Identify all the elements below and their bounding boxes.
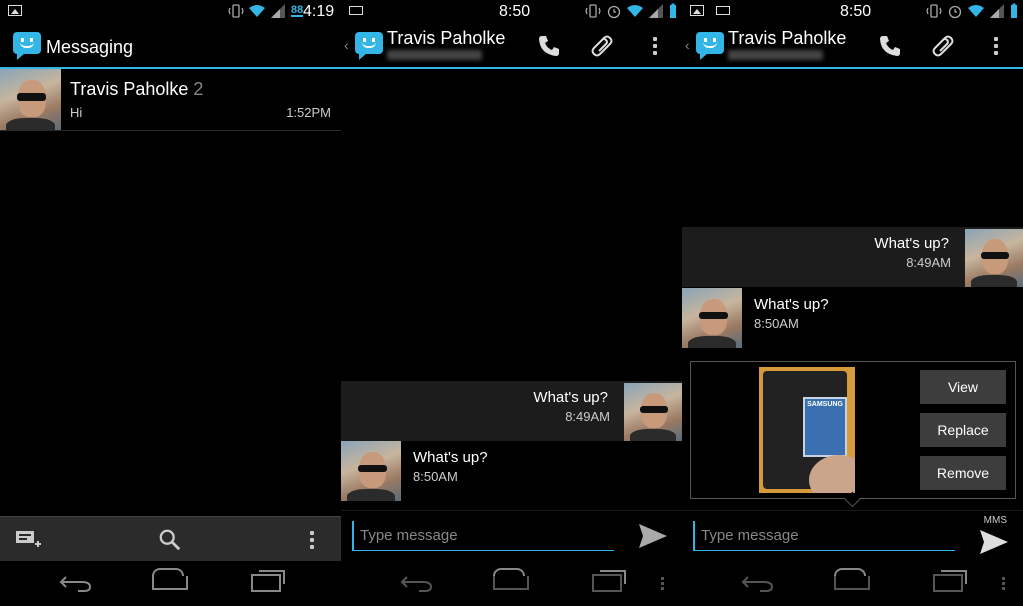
wifi-icon <box>627 5 643 17</box>
messaging-app-icon[interactable] <box>355 32 383 60</box>
action-bar: Messaging <box>0 24 341 69</box>
received-message[interactable]: What's up? 8:50AM <box>682 288 1023 348</box>
search-icon[interactable] <box>156 527 184 553</box>
remove-attachment-button[interactable]: Remove <box>920 456 1006 490</box>
recents-nav-icon[interactable] <box>248 570 285 593</box>
message-text: What's up? <box>413 449 488 466</box>
paperclip-icon[interactable] <box>587 32 615 60</box>
recents-nav-icon[interactable] <box>930 570 967 593</box>
message-input[interactable] <box>352 521 614 551</box>
wifi-icon <box>968 5 984 17</box>
message-text: What's up? <box>533 389 608 406</box>
home-nav-icon[interactable] <box>152 568 188 593</box>
contact-avatar[interactable] <box>0 69 61 130</box>
phone-icon[interactable] <box>535 32 563 60</box>
navigation-bar <box>0 561 341 606</box>
back-nav-icon[interactable] <box>399 573 435 593</box>
status-time: 8:50 <box>840 3 872 20</box>
signal-icon <box>271 4 285 18</box>
alarm-icon <box>948 5 962 19</box>
recents-nav-icon[interactable] <box>589 570 626 593</box>
attachment-preview: SAMSUNG View Replace Remove <box>690 361 1016 499</box>
up-chevron-icon[interactable]: ‹ <box>344 37 349 53</box>
conversation-snippet: Hi <box>70 105 83 120</box>
wifi-icon <box>249 5 265 17</box>
action-bar: ‹ Travis Paholke <box>682 24 1023 69</box>
contact-number-blurred <box>728 50 823 60</box>
contact-avatar[interactable] <box>341 441 401 501</box>
menu-nav-icon[interactable] <box>647 573 677 593</box>
messaging-app-icon[interactable] <box>13 32 41 60</box>
replace-attachment-button[interactable]: Replace <box>920 413 1006 447</box>
battery-icon <box>670 3 676 18</box>
phone-icon[interactable] <box>876 32 904 60</box>
navigation-bar <box>341 561 682 606</box>
compose-bar <box>341 510 682 562</box>
overflow-icon[interactable] <box>982 32 1010 60</box>
conversation-list-screen: 88 4:19 Messaging Travis Paholke 2 Hi 1:5… <box>0 0 341 606</box>
status-bar: 8:50 <box>341 0 682 24</box>
message-count: 2 <box>193 79 204 99</box>
battery-level-badge: 88 <box>291 4 304 17</box>
back-nav-icon[interactable] <box>58 573 94 593</box>
message-text: What's up? <box>874 235 949 252</box>
send-icon[interactable] <box>979 529 1009 555</box>
message-input[interactable] <box>693 521 955 551</box>
conversation-time: 1:52PM <box>286 105 331 120</box>
bottom-action-bar <box>0 516 341 562</box>
send-icon[interactable] <box>638 523 668 549</box>
status-time: 8:50 <box>499 3 531 20</box>
home-nav-icon[interactable] <box>834 568 870 593</box>
app-title: Messaging <box>46 37 134 57</box>
attachment-thumbnail[interactable]: SAMSUNG <box>759 367 855 493</box>
message-time: 8:49AM <box>906 255 951 270</box>
navigation-bar <box>682 561 1023 606</box>
view-attachment-button[interactable]: View <box>920 370 1006 404</box>
sent-message[interactable]: What's up? 8:49AM <box>341 381 682 441</box>
conversation-attachment-screen: 8:50 ‹ Travis Paholke What's up? 8:49AM … <box>682 0 1023 606</box>
vibrate-icon <box>926 4 942 18</box>
action-bar: ‹ Travis Paholke <box>341 24 682 69</box>
back-nav-icon[interactable] <box>740 573 776 593</box>
signal-icon <box>990 4 1004 18</box>
message-text: What's up? <box>754 296 829 313</box>
conversation-list-item[interactable]: Travis Paholke 2 Hi 1:52PM <box>0 69 341 131</box>
signal-icon <box>649 4 663 18</box>
home-nav-icon[interactable] <box>493 568 529 593</box>
received-message[interactable]: What's up? 8:50AM <box>341 441 682 501</box>
compose-bar: MMS <box>682 510 1023 562</box>
overflow-icon[interactable] <box>298 527 326 553</box>
gallery-icon <box>690 5 704 16</box>
overflow-icon[interactable] <box>641 32 669 60</box>
message-time: 8:49AM <box>565 409 610 424</box>
battery-brand-label: SAMSUNG <box>807 401 843 408</box>
vibrate-icon <box>585 4 601 18</box>
contact-avatar[interactable] <box>965 229 1023 287</box>
messaging-app-icon[interactable] <box>696 32 724 60</box>
gallery-icon <box>8 5 22 16</box>
contact-name: Travis Paholke <box>728 28 847 48</box>
new-message-icon[interactable] <box>14 527 42 553</box>
menu-nav-icon[interactable] <box>988 573 1018 593</box>
contact-name: Travis Paholke <box>387 28 506 48</box>
vibrate-icon <box>228 4 244 18</box>
contact-number-blurred <box>387 50 482 60</box>
alarm-icon <box>607 5 621 19</box>
conversation-screen: 8:50 ‹ Travis Paholke What's up? 8:49AM … <box>341 0 682 606</box>
message-time: 8:50AM <box>754 316 799 331</box>
status-time: 4:19 <box>303 3 335 20</box>
up-chevron-icon[interactable]: ‹ <box>685 37 690 53</box>
sent-message[interactable]: What's up? 8:49AM <box>682 227 1023 287</box>
conversation-contact-name: Travis Paholke <box>70 79 189 99</box>
paperclip-icon[interactable] <box>928 32 956 60</box>
contact-avatar[interactable] <box>682 288 742 348</box>
status-bar: 8:50 <box>682 0 1023 24</box>
keyboard-icon <box>716 6 730 15</box>
mms-label: MMS <box>983 515 1007 526</box>
keyboard-icon <box>349 6 363 15</box>
contact-avatar[interactable] <box>624 383 682 441</box>
status-bar: 88 4:19 <box>0 0 341 24</box>
battery-icon <box>1011 3 1017 18</box>
message-time: 8:50AM <box>413 469 458 484</box>
